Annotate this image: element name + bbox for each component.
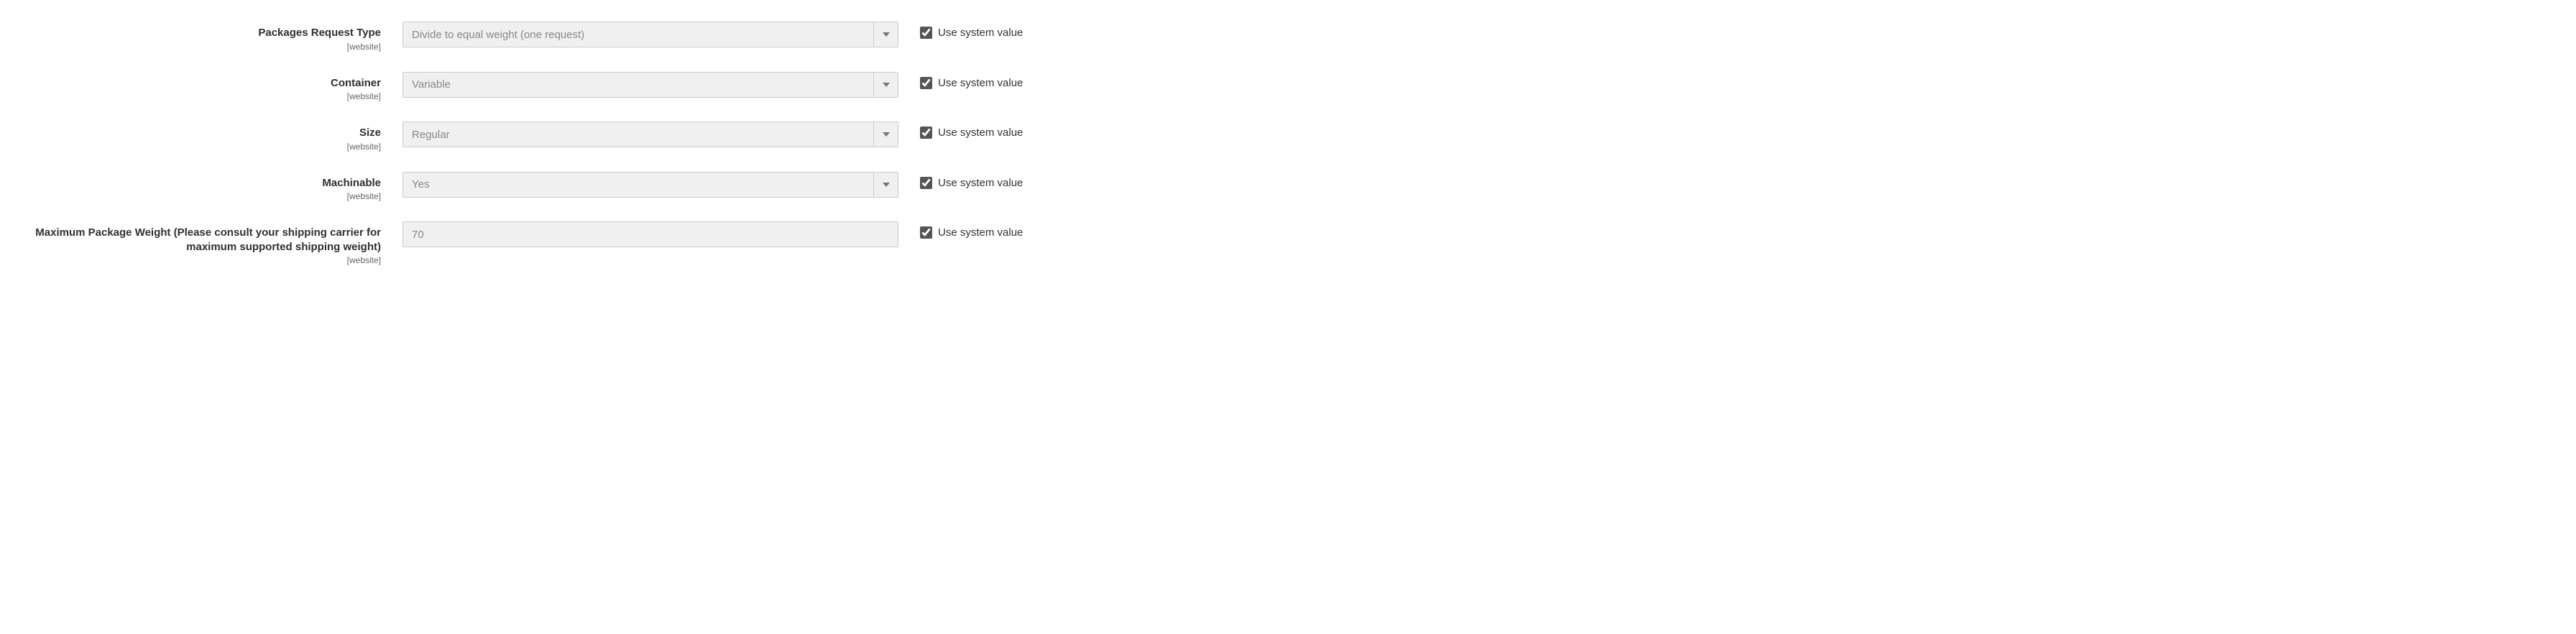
use-default-col: Use system value — [898, 72, 1023, 89]
use-system-checkbox[interactable] — [920, 27, 932, 39]
scope-label: [website] — [22, 191, 381, 201]
max-package-weight-input[interactable] — [402, 221, 898, 247]
row-max-package-weight: Maximum Package Weight (Please consult y… — [22, 221, 2533, 265]
field-col: Regular — [402, 121, 898, 147]
use-system-label-wrap[interactable]: Use system value — [920, 226, 1023, 239]
use-system-text: Use system value — [938, 177, 1023, 189]
field-col: Divide to equal weight (one request) — [402, 22, 898, 47]
label-col: Maximum Package Weight (Please consult y… — [22, 221, 402, 265]
label-col: Size [website] — [22, 121, 402, 152]
row-machinable: Machinable [website] Yes Use system valu… — [22, 172, 2533, 202]
use-system-text: Use system value — [938, 77, 1023, 89]
field-col: Yes — [402, 172, 898, 198]
field-label: Packages Request Type — [22, 26, 381, 40]
packages-request-type-select[interactable]: Divide to equal weight (one request) — [402, 22, 898, 47]
scope-label: [website] — [22, 142, 381, 152]
select-wrap: Regular — [402, 121, 898, 147]
use-default-col: Use system value — [898, 221, 1023, 239]
container-select[interactable]: Variable — [402, 72, 898, 98]
row-size: Size [website] Regular Use system value — [22, 121, 2533, 152]
use-system-text: Use system value — [938, 226, 1023, 239]
label-col: Machinable [website] — [22, 172, 402, 202]
use-system-label-wrap[interactable]: Use system value — [920, 177, 1023, 189]
use-default-col: Use system value — [898, 121, 1023, 139]
row-packages-request-type: Packages Request Type [website] Divide t… — [22, 22, 2533, 52]
use-system-checkbox[interactable] — [920, 226, 932, 239]
field-col: Variable — [402, 72, 898, 98]
use-system-checkbox[interactable] — [920, 77, 932, 89]
label-col: Packages Request Type [website] — [22, 22, 402, 52]
use-system-label-wrap[interactable]: Use system value — [920, 27, 1023, 39]
use-system-label-wrap[interactable]: Use system value — [920, 77, 1023, 89]
field-col — [402, 221, 898, 247]
use-system-label-wrap[interactable]: Use system value — [920, 127, 1023, 139]
scope-label: [website] — [22, 42, 381, 52]
scope-label: [website] — [22, 255, 381, 265]
select-wrap: Variable — [402, 72, 898, 98]
use-default-col: Use system value — [898, 22, 1023, 39]
use-system-checkbox[interactable] — [920, 127, 932, 139]
field-label: Machinable — [22, 176, 381, 190]
row-container: Container [website] Variable Use system … — [22, 72, 2533, 102]
use-system-text: Use system value — [938, 27, 1023, 39]
field-label: Container — [22, 76, 381, 91]
field-label: Maximum Package Weight (Please consult y… — [22, 226, 381, 254]
use-default-col: Use system value — [898, 172, 1023, 189]
use-system-checkbox[interactable] — [920, 177, 932, 189]
scope-label: [website] — [22, 91, 381, 101]
field-label: Size — [22, 126, 381, 140]
machinable-select[interactable]: Yes — [402, 172, 898, 198]
use-system-text: Use system value — [938, 127, 1023, 139]
select-wrap: Yes — [402, 172, 898, 198]
select-wrap: Divide to equal weight (one request) — [402, 22, 898, 47]
size-select[interactable]: Regular — [402, 121, 898, 147]
label-col: Container [website] — [22, 72, 402, 102]
